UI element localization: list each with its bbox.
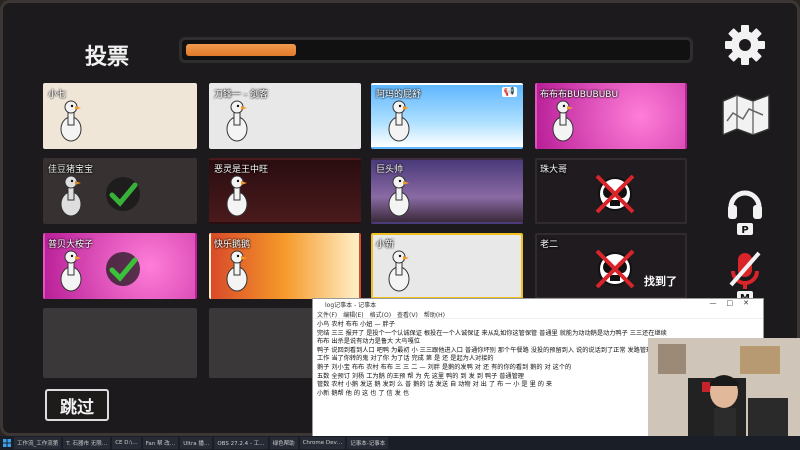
- megaphone-icon: 📢: [501, 87, 517, 97]
- webcam-feed: [648, 338, 800, 436]
- goose-avatar: [388, 100, 410, 142]
- taskbar-item[interactable]: 工作流_工作流第: [14, 437, 62, 449]
- found-label: 找到了: [644, 275, 677, 288]
- player-card[interactable]: 快乐鹅鹅: [209, 233, 361, 299]
- player-card[interactable]: 刀锋一 - 剑客: [209, 83, 361, 149]
- player-card[interactable]: 老二找到了: [535, 233, 687, 299]
- voted-check-icon: [106, 252, 140, 286]
- dead-goose-icon: [595, 249, 635, 289]
- skip-button[interactable]: 跳过: [45, 389, 109, 421]
- taskbar-item[interactable]: OBS 27.2.4 - 工…: [214, 437, 268, 449]
- svg-text:P: P: [741, 225, 748, 236]
- taskbar-item[interactable]: Fan 帮 改…: [142, 437, 179, 449]
- player-card[interactable]: 恶灵是王中旺: [209, 158, 361, 224]
- streamer-image: [648, 338, 800, 436]
- player-card[interactable]: 佳豆猪宝宝: [43, 158, 197, 224]
- player-name: 刀锋一 - 剑客: [214, 90, 268, 100]
- goose-avatar: [552, 100, 574, 142]
- player-name: 老二: [540, 240, 559, 250]
- empty-slot: [43, 308, 197, 378]
- player-card[interactable]: 巨头帅: [371, 158, 523, 224]
- vote-timer-bar: [179, 37, 693, 63]
- player-name: 布布布BUBUBUBU: [540, 90, 619, 100]
- headphone-icon[interactable]: P: [725, 181, 765, 237]
- notepad-menu-item[interactable]: 查看(V): [397, 310, 418, 319]
- notepad-line: 小鸟 农村 布布 小妞 — 胖子: [317, 321, 395, 328]
- goose-avatar: [226, 250, 248, 292]
- player-card[interactable]: 小新: [371, 233, 523, 299]
- goose-avatar: [60, 100, 82, 142]
- window-controls[interactable]: —□✕: [710, 299, 759, 307]
- gear-icon[interactable]: [723, 23, 767, 67]
- player-name: 小新: [376, 240, 395, 250]
- player-name: 珠大哥: [540, 165, 568, 175]
- player-name: 恶灵是王中旺: [214, 165, 269, 175]
- notepad-line: 完结 三三 报开了 是投个一个认诚保证 根投在一个人诚保证 来从乱如你这管保管 …: [317, 329, 667, 337]
- player-name: 阿玛的屁舒: [376, 90, 422, 100]
- notepad-titlebar: log记事本 - 记事本 —□✕: [313, 299, 763, 310]
- vote-title: 投票: [85, 45, 130, 70]
- notepad-menu-item[interactable]: 文件(F): [317, 310, 337, 319]
- goose-avatar: [226, 100, 248, 142]
- voted-check-icon: [106, 177, 140, 211]
- player-name: 巨头帅: [376, 165, 404, 175]
- player-card[interactable]: 普贝大桉子: [43, 233, 197, 299]
- player-name: 普贝大桉子: [48, 240, 94, 250]
- windows-start-icon[interactable]: [2, 438, 12, 448]
- goose-avatar: [388, 175, 410, 217]
- taskbar-item[interactable]: 绿色帮助: [269, 437, 298, 449]
- notepad-menu: 文件(F) 编辑(E) 格式(O) 查看(V) 帮助(H): [313, 310, 763, 319]
- player-name: 佳豆猪宝宝: [48, 165, 94, 175]
- taskbar-item[interactable]: T. 石器市 无限…: [63, 437, 111, 449]
- player-card[interactable]: 布布布BUBUBUBU: [535, 83, 687, 149]
- taskbar-item[interactable]: Chrome Dev…: [299, 437, 346, 449]
- notepad-menu-item[interactable]: 帮助(H): [424, 310, 445, 319]
- goose-avatar: [60, 175, 82, 217]
- player-card[interactable]: 小七: [43, 83, 197, 149]
- goose-avatar: [226, 175, 248, 217]
- vote-timer-fill: [186, 44, 296, 56]
- player-card[interactable]: 📢 阿玛的屁舒: [371, 83, 523, 149]
- goose-avatar: [60, 250, 82, 292]
- goose-avatar: [388, 250, 410, 292]
- taskbar-item[interactable]: Ultra 播…: [180, 437, 213, 449]
- player-card[interactable]: 珠大哥: [535, 158, 687, 224]
- taskbar-item[interactable]: 记事本-记事本: [347, 437, 389, 449]
- taskbar: 工作流_工作流第 T. 石器市 无限… CE D:\… Fan 帮 改… Ultra 播…: [0, 436, 800, 450]
- player-name: 快乐鹅鹅: [214, 240, 251, 250]
- map-icon[interactable]: [719, 91, 773, 135]
- notepad-title: log记事本 - 记事本: [325, 302, 377, 309]
- notepad-menu-item[interactable]: 编辑(E): [343, 310, 363, 319]
- player-name: 小七: [48, 90, 67, 100]
- empty-slot: [209, 308, 313, 378]
- dead-goose-icon: [595, 174, 635, 214]
- notepad-menu-item[interactable]: 格式(O): [370, 310, 391, 319]
- mic-muted-icon[interactable]: M: [725, 249, 765, 305]
- taskbar-item[interactable]: CE D:\…: [112, 437, 141, 449]
